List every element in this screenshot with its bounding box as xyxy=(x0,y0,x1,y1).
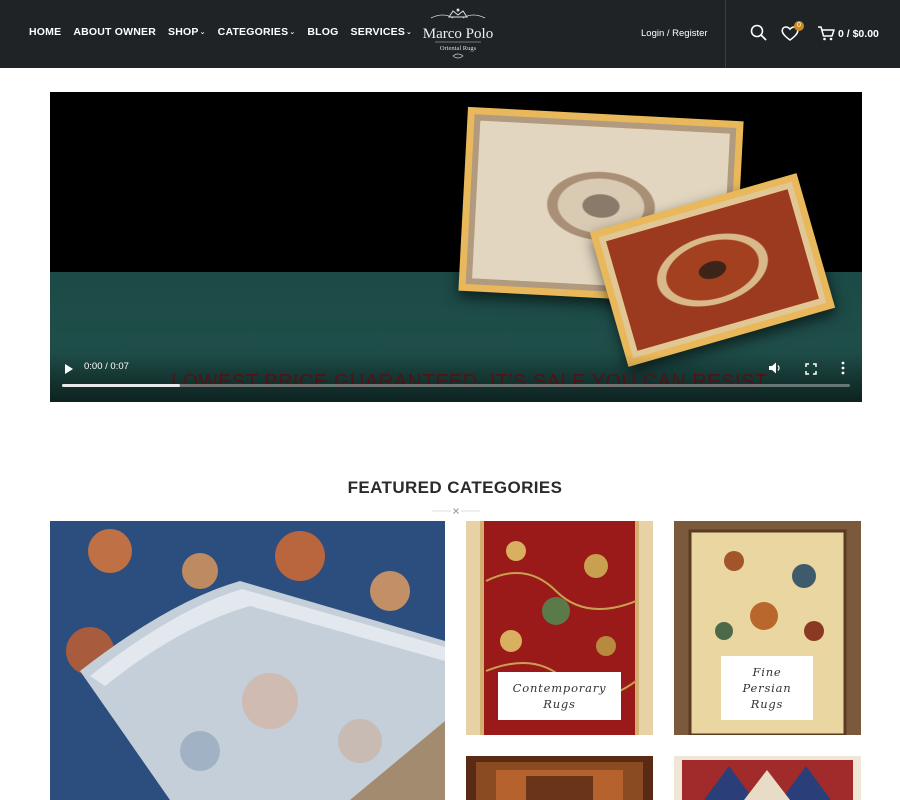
play-icon[interactable] xyxy=(64,362,74,374)
featured-categories-title: FEATURED CATEGORIES xyxy=(347,478,563,497)
nav-services[interactable]: SERVICES ⌄ xyxy=(351,26,413,38)
nav-home-label: HOME xyxy=(29,26,62,38)
nav-services-label: SERVICES xyxy=(350,26,406,38)
rug-image xyxy=(466,756,653,800)
nav-categories-label: CATEGORIES xyxy=(217,26,289,38)
category-tile-contemporary-rugs[interactable]: Contemporary Rugs xyxy=(466,521,653,735)
nav-categories[interactable]: CATEGORIES ⌄ xyxy=(218,26,296,38)
video-progress-bar[interactable] xyxy=(62,384,850,387)
nav-shop-label: SHOP xyxy=(168,26,199,38)
promo-video[interactable]: LOWEST PRICE GUARANTEED. IT'S SALE YOU C… xyxy=(50,92,862,402)
main-nav: HOME ABOUT OWNER SHOP ⌄ CATEGORIES ⌄ BLOG … xyxy=(29,26,424,38)
rug-image xyxy=(50,521,445,800)
nav-about-owner-label: ABOUT OWNER xyxy=(73,26,157,38)
more-vertical-icon[interactable] xyxy=(840,361,846,375)
nav-blog-label: BLOG xyxy=(307,26,339,38)
title-divider-ornament xyxy=(432,503,480,514)
header-divider xyxy=(725,0,726,68)
chevron-down-icon: ⌄ xyxy=(199,29,206,36)
category-tile-partial[interactable] xyxy=(466,756,653,800)
cart-icon[interactable] xyxy=(816,22,838,44)
video-overlay-text: LOWEST PRICE GUARANTEED. IT'S SALE YOU C… xyxy=(171,371,768,393)
category-tile-large[interactable] xyxy=(50,521,445,800)
logo-tagline: Oriental Rugs xyxy=(440,45,477,52)
nav-shop[interactable]: SHOP ⌄ xyxy=(168,26,206,38)
cart-total[interactable]: 0 / $0.00 xyxy=(838,28,879,40)
video-progress-fill xyxy=(62,384,181,387)
rug-image xyxy=(674,756,861,800)
category-tile-partial[interactable] xyxy=(674,756,861,800)
logo-name: Marco Polo xyxy=(423,26,493,42)
category-label: Fine Persian Rugs xyxy=(721,656,813,720)
login-register-link[interactable]: Login / Register xyxy=(641,28,708,39)
search-icon[interactable] xyxy=(748,22,770,44)
category-label: Contemporary Rugs xyxy=(498,672,621,720)
video-time: 0:00 / 0:07 xyxy=(84,361,129,372)
volume-icon[interactable] xyxy=(768,361,782,375)
chevron-down-icon: ⌄ xyxy=(289,29,296,36)
chevron-down-icon: ⌄ xyxy=(406,29,413,36)
nav-home[interactable]: HOME xyxy=(29,26,61,38)
nav-about-owner[interactable]: ABOUT OWNER xyxy=(73,26,156,38)
site-header: HOME ABOUT OWNER SHOP ⌄ CATEGORIES ⌄ BLOG … xyxy=(0,0,900,68)
site-logo[interactable]: Marco Polo Oriental Rugs xyxy=(413,6,503,62)
fullscreen-icon[interactable] xyxy=(805,362,817,375)
category-tile-fine-persian-rugs[interactable]: Fine Persian Rugs xyxy=(674,521,861,735)
wishlist-count-badge: 0 xyxy=(794,21,804,31)
nav-blog[interactable]: BLOG xyxy=(307,26,338,38)
